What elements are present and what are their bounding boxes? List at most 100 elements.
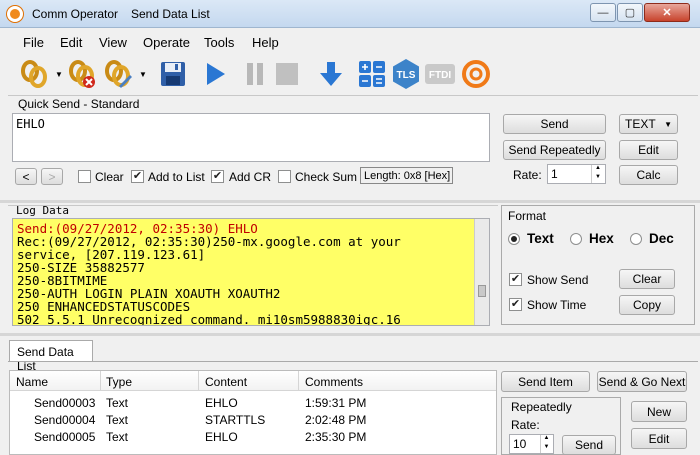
send-item-button[interactable]: Send Item: [501, 371, 590, 392]
menu-file[interactable]: File: [23, 35, 44, 50]
rate-label: Rate:: [513, 168, 542, 182]
rate-value: 1: [551, 167, 558, 181]
cell-name: Send00003: [34, 396, 96, 410]
next-button[interactable]: >: [41, 168, 63, 185]
log-line: 502 5.5.1 Unrecognized command. mi10sm59…: [17, 312, 401, 326]
ftdi-icon: FTDI: [425, 64, 455, 84]
edit-item-button[interactable]: Edit: [631, 428, 687, 449]
menu-help[interactable]: Help: [252, 35, 279, 50]
rate-down-icon[interactable]: ▼: [591, 174, 604, 183]
pause-icon: [247, 63, 263, 85]
tls-icon: TLS: [393, 59, 419, 89]
format-text-radio[interactable]: [508, 233, 520, 245]
pause-button[interactable]: [239, 58, 271, 90]
app-logo-icon: [7, 6, 23, 22]
ftdi-label: FTDI: [429, 70, 451, 81]
stop-button[interactable]: [271, 58, 303, 90]
rate-up-icon[interactable]: ▲: [591, 165, 604, 174]
app-logo-button[interactable]: [460, 58, 492, 90]
list-rate-up-icon[interactable]: ▲: [540, 435, 552, 444]
format-dec-radio[interactable]: [630, 233, 642, 245]
play-button[interactable]: [199, 58, 231, 90]
table-row[interactable]: Send00003 Text EHLO 1:59:31 PM: [10, 395, 496, 411]
splitter[interactable]: [0, 200, 700, 203]
menu-tools[interactable]: Tools: [204, 35, 234, 50]
chevron-down-icon: ▼: [664, 119, 672, 129]
edit-button[interactable]: Edit: [619, 140, 678, 160]
app-logo-icon: [462, 60, 490, 88]
send-button[interactable]: Send: [503, 114, 606, 134]
new-item-button[interactable]: New: [631, 401, 687, 422]
mode-dropdown[interactable]: TEXT ▼: [619, 114, 678, 134]
cell-content: EHLO: [205, 430, 238, 444]
column-divider: [198, 371, 199, 391]
column-header-name[interactable]: Name: [16, 375, 48, 389]
connect-button[interactable]: [18, 58, 50, 90]
mode-value: TEXT: [625, 117, 656, 131]
log-caption: Log Data: [16, 204, 69, 217]
edit-dropdown-icon[interactable]: ▼: [139, 70, 147, 79]
calculator-button[interactable]: [356, 58, 388, 90]
cell-comments: 2:02:48 PM: [305, 413, 367, 427]
log-output[interactable]: Send:(09/27/2012, 02:35:30) EHLO Rec:(09…: [12, 218, 490, 326]
download-button[interactable]: [315, 58, 347, 90]
add-cr-checkbox[interactable]: ✔: [211, 170, 224, 183]
maximize-icon: ▢: [624, 7, 636, 19]
cell-content: EHLO: [205, 396, 238, 410]
connect-dropdown-icon[interactable]: ▼: [55, 70, 63, 79]
table-row[interactable]: Send00005 Text EHLO 2:35:30 PM: [10, 429, 496, 445]
list-rate-stepper[interactable]: 10 ▲ ▼: [509, 434, 554, 454]
disconnect-button[interactable]: [66, 58, 98, 90]
add-cr-label: Add CR: [229, 170, 272, 184]
format-hex-label: Hex: [589, 231, 614, 246]
cell-name: Send00005: [34, 430, 96, 444]
rate-stepper[interactable]: 1 ▲ ▼: [547, 164, 606, 184]
minimize-button[interactable]: —: [590, 3, 616, 22]
format-hex-radio[interactable]: [570, 233, 582, 245]
save-icon: [161, 62, 185, 86]
log-clear-button[interactable]: Clear: [619, 269, 675, 289]
save-button[interactable]: [157, 58, 189, 90]
prev-button[interactable]: <: [15, 168, 37, 185]
add-to-list-checkbox[interactable]: ✔: [131, 170, 144, 183]
maximize-button[interactable]: ▢: [617, 3, 643, 22]
send-repeatedly-button[interactable]: Send Repeatedly: [503, 140, 606, 160]
check-sum-checkbox[interactable]: [278, 170, 291, 183]
edit-connection-button[interactable]: [102, 58, 134, 90]
splitter[interactable]: [0, 333, 700, 336]
menu-view[interactable]: View: [99, 35, 127, 50]
column-header-comments[interactable]: Comments: [305, 375, 363, 389]
log-copy-button[interactable]: Copy: [619, 295, 675, 315]
list-rate-value: 10: [513, 437, 527, 451]
log-scrollbar[interactable]: [474, 219, 489, 325]
play-icon: [207, 63, 225, 85]
show-time-checkbox[interactable]: ✔: [509, 298, 522, 311]
table-header: [10, 371, 496, 391]
log-scroll-thumb[interactable]: [478, 285, 486, 297]
column-header-content[interactable]: Content: [205, 375, 247, 389]
tab-send-data-list[interactable]: Send Data List: [9, 340, 93, 373]
list-rate-down-icon[interactable]: ▼: [540, 444, 552, 453]
column-header-type[interactable]: Type: [106, 375, 132, 389]
minimize-icon: —: [597, 6, 609, 19]
close-button[interactable]: ✕: [644, 3, 690, 22]
format-text-label: Text: [527, 231, 554, 246]
quick-send-caption: Quick Send - Standard: [18, 97, 140, 111]
tls-button[interactable]: TLS: [390, 58, 422, 90]
send-go-next-button[interactable]: Send & Go Next: [597, 371, 687, 392]
cell-comments: 1:59:31 PM: [305, 396, 367, 410]
list-send-button[interactable]: Send: [562, 435, 616, 455]
format-dec-label: Dec: [649, 231, 674, 246]
show-send-checkbox[interactable]: ✔: [509, 273, 522, 286]
menu-edit[interactable]: Edit: [60, 35, 82, 50]
table-row[interactable]: Send00004 Text STARTTLS 2:02:48 PM: [10, 412, 496, 428]
cell-type: Text: [106, 396, 129, 410]
column-divider: [100, 371, 101, 391]
menu-operate[interactable]: Operate: [143, 35, 190, 50]
ftdi-button[interactable]: FTDI: [424, 58, 456, 90]
add-to-list-label: Add to List: [148, 170, 205, 184]
calc-button[interactable]: Calc: [619, 165, 678, 185]
document-title: Send Data List: [131, 7, 210, 21]
quick-send-input[interactable]: EHLO: [12, 113, 490, 162]
clear-checkbox[interactable]: [78, 170, 91, 183]
